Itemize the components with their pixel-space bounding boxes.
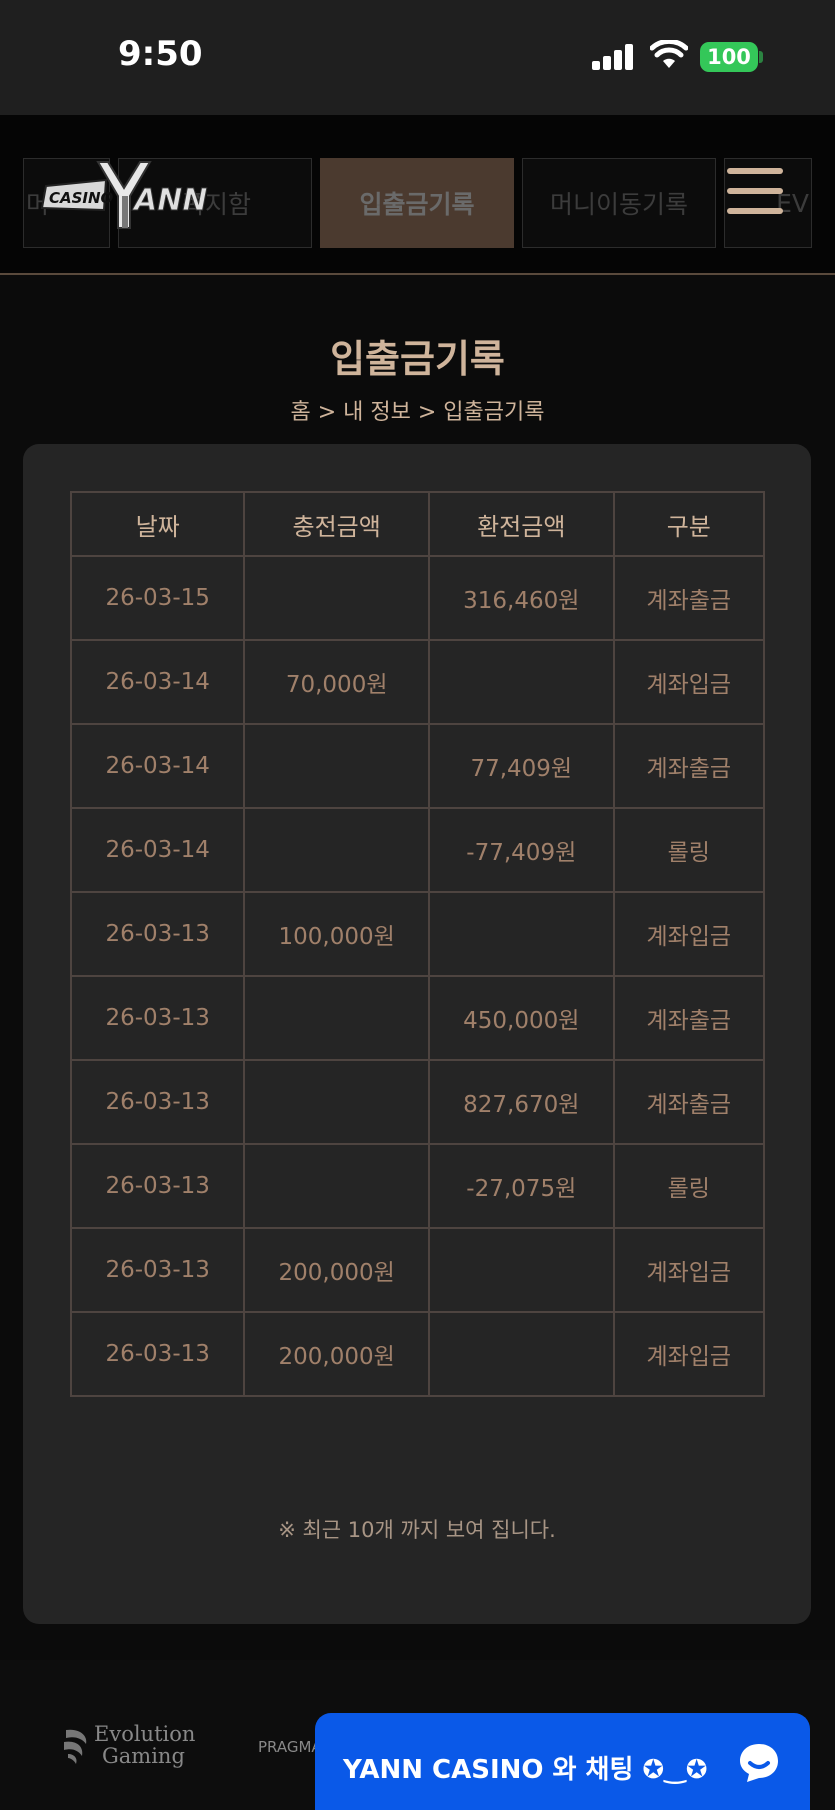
table-row: 26-03-14 -77,409원 롤링 — [69, 807, 766, 893]
signal-icon — [592, 44, 633, 70]
cell-date: 26-03-13 — [69, 1227, 246, 1313]
cell-date: 26-03-13 — [69, 891, 246, 977]
battery-tip — [759, 51, 763, 63]
tab-label: 머니이동기록 — [549, 190, 688, 219]
cell-charge — [243, 555, 430, 641]
battery-indicator: 100 — [700, 42, 758, 72]
cell-date: 26-03-13 — [69, 1143, 246, 1229]
cell-exchange: 77,409원 — [427, 723, 615, 809]
cell-type: 계좌입금 — [612, 891, 766, 977]
header-exchange: 환전금액 — [427, 491, 615, 557]
evolution-line1: Evolution — [94, 1722, 196, 1746]
cell-date: 26-03-13 — [69, 1059, 246, 1145]
tab-money-transfer-history[interactable]: 머니이동기록 — [522, 158, 716, 248]
cell-date: 26-03-14 — [69, 807, 246, 893]
cell-type: 계좌출금 — [612, 723, 766, 809]
cell-type: 계좌입금 — [612, 1311, 766, 1397]
table-row: 26-03-13 200,000원 계좌입금 — [69, 1227, 766, 1313]
history-card: 날짜 충전금액 환전금액 구분 26-03-15 316,460원 계좌출금 2… — [23, 444, 811, 1624]
svg-text:CASINO: CASINO — [49, 189, 114, 207]
cell-exchange: 827,670원 — [427, 1059, 615, 1145]
header-type: 구분 — [612, 491, 766, 557]
evolution-line2: Gaming — [102, 1744, 185, 1768]
cell-type: 계좌입금 — [612, 1227, 766, 1313]
table-row: 26-03-14 70,000원 계좌입금 — [69, 639, 766, 725]
evolution-gaming-icon — [64, 1729, 87, 1764]
cell-charge — [243, 807, 430, 893]
page: 9:50 100 머 쪽지함 입출금기록 머니이동기록 EV CASINO AN… — [0, 0, 835, 1810]
cell-charge: 200,000원 — [243, 1227, 430, 1313]
chat-label: YANN CASINO 와 채팅 ✪‿✪ — [343, 1755, 708, 1785]
cell-charge: 70,000원 — [243, 639, 430, 725]
evolution-gaming-logo: Evolution Gaming — [94, 1723, 195, 1767]
cell-charge — [243, 1143, 430, 1229]
cell-date: 26-03-14 — [69, 639, 246, 725]
header-divider — [0, 273, 835, 275]
page-title: 입출금기록 — [330, 337, 505, 381]
cell-exchange: -77,409원 — [427, 807, 615, 893]
status-bar: 9:50 100 — [0, 0, 835, 115]
header-charge: 충전금액 — [243, 491, 430, 557]
chat-bubble-icon — [740, 1744, 778, 1782]
tab-deposit-history[interactable]: 입출금기록 — [320, 158, 514, 248]
cell-charge — [243, 1059, 430, 1145]
cell-charge — [243, 975, 430, 1061]
cell-exchange: 316,460원 — [427, 555, 615, 641]
cell-exchange — [427, 639, 615, 725]
cell-exchange: 450,000원 — [427, 975, 615, 1061]
cell-date: 26-03-13 — [69, 1311, 246, 1397]
cell-charge: 200,000원 — [243, 1311, 430, 1397]
cell-type: 계좌입금 — [612, 639, 766, 725]
table-row: 26-03-13 827,670원 계좌출금 — [69, 1059, 766, 1145]
pragmatic-logo: PRAGMA — [258, 1738, 322, 1756]
table-row: 26-03-15 316,460원 계좌출금 — [69, 555, 766, 641]
cell-exchange — [427, 1311, 615, 1397]
cell-type: 계좌출금 — [612, 555, 766, 641]
cell-charge — [243, 723, 430, 809]
chat-button[interactable]: YANN CASINO 와 채팅 ✪‿✪ — [315, 1713, 810, 1810]
cell-date: 26-03-13 — [69, 975, 246, 1061]
casino-yann-logo[interactable]: CASINO ANN — [38, 158, 213, 230]
deposit-history-table: 날짜 충전금액 환전금액 구분 26-03-15 316,460원 계좌출금 2… — [69, 491, 766, 1397]
table-row: 26-03-13 -27,075원 롤링 — [69, 1143, 766, 1229]
table-row: 26-03-13 200,000원 계좌입금 — [69, 1311, 766, 1397]
cell-exchange: -27,075원 — [427, 1143, 615, 1229]
cell-date: 26-03-15 — [69, 555, 246, 641]
cell-type: 롤링 — [612, 807, 766, 893]
table-row: 26-03-13 450,000원 계좌출금 — [69, 975, 766, 1061]
cell-type: 롤링 — [612, 1143, 766, 1229]
hamburger-menu-icon[interactable] — [727, 168, 783, 216]
breadcrumb: 홈 > 내 정보 > 입출금기록 — [290, 400, 545, 425]
cell-charge: 100,000원 — [243, 891, 430, 977]
cell-exchange — [427, 891, 615, 977]
cell-type: 계좌출금 — [612, 1059, 766, 1145]
table-row: 26-03-13 100,000원 계좌입금 — [69, 891, 766, 977]
history-limit-note: ※ 최근 10개 까지 보여 집니다. — [278, 1518, 556, 1542]
wifi-icon — [650, 40, 688, 68]
table-row: 26-03-14 77,409원 계좌출금 — [69, 723, 766, 809]
cell-type: 계좌출금 — [612, 975, 766, 1061]
cell-exchange — [427, 1227, 615, 1313]
battery-level: 100 — [707, 45, 751, 69]
status-time: 9:50 — [118, 34, 203, 74]
svg-text:ANN: ANN — [132, 183, 207, 218]
tab-label: 입출금기록 — [359, 190, 475, 219]
table-header-row: 날짜 충전금액 환전금액 구분 — [69, 491, 766, 557]
cell-date: 26-03-14 — [69, 723, 246, 809]
header-date: 날짜 — [69, 491, 246, 557]
